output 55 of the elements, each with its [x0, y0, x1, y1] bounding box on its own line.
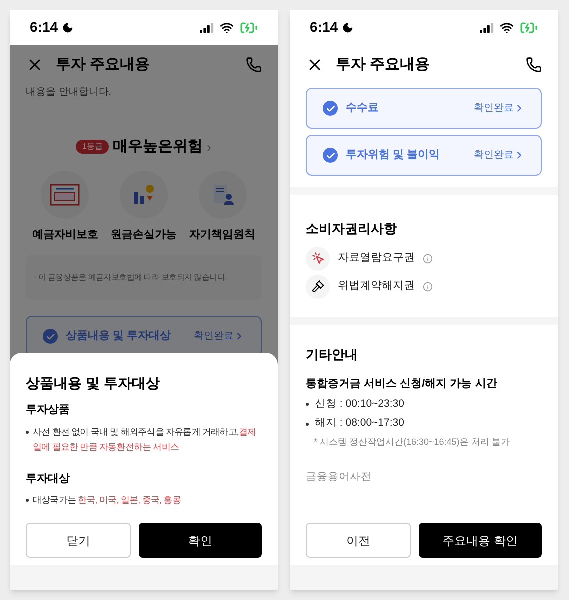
wifi-icon [500, 20, 514, 34]
notice-text: · 이 금융상품은 예금자보호법에 따라 보호되지 않습니다. [34, 272, 227, 284]
status-link[interactable]: 확인완료 [474, 148, 525, 163]
risk-level: 매우높은위험 [112, 137, 203, 157]
rights-label[interactable]: 위법계약해지권 [338, 278, 415, 295]
glossary-link[interactable]: 금융용어사전 [306, 470, 372, 486]
bullet-text: 대상국가는 한국, 미국, 일본, 중국, 홍콩 [33, 494, 181, 507]
sheet-title: 상품내용 및 투자대상 [26, 374, 161, 393]
pointer-click-icon [312, 252, 324, 265]
risk-arrow[interactable]: › [206, 136, 212, 158]
subsection-title: 통합증거금 서비스 신청/해지 가능 시간 [306, 377, 498, 392]
section-heading: 투자상품 [26, 403, 71, 418]
check-label: 투자위험 및 불이익 [346, 148, 442, 164]
cancel-button[interactable]: 닫기 [26, 523, 131, 558]
section-title: 기타안내 [306, 346, 359, 364]
clock-time: 6:14 [310, 18, 338, 37]
bullet-text: 신청 : 00:10~23:30 [315, 396, 404, 412]
confirm-button[interactable]: 주요내용 확인 [418, 523, 542, 558]
phone-icon[interactable] [526, 57, 542, 73]
page-title: 투자 주요내용 [336, 54, 432, 75]
section-heading: 투자대상 [26, 472, 71, 486]
status-link[interactable]: 확인완료 [474, 101, 525, 116]
section-title: 소비자권리사항 [306, 220, 398, 238]
bullet-icon [306, 402, 309, 406]
chart-down-icon [132, 184, 156, 206]
signal-icon [480, 22, 494, 32]
gavel-icon [312, 280, 324, 293]
moon-icon [342, 22, 354, 34]
check-card[interactable]: 투자위험 및 불이익 확인완료 [306, 135, 542, 176]
check-label: 상품내용 및 투자대상 [66, 329, 172, 344]
signal-icon [200, 22, 214, 32]
risk-badge: 1등급 [76, 140, 109, 154]
moon-icon [62, 22, 74, 34]
cancel-button[interactable]: 이전 [306, 523, 411, 558]
feature-label: 원금손실가능 [110, 228, 177, 242]
feature-label: 자기책임원칙 [190, 228, 256, 242]
note-text: * 시스템 정산작업시간(16:30~16:45)은 처리 불가 [314, 436, 511, 449]
wifi-icon [220, 20, 234, 34]
check-label: 수수료 [346, 101, 380, 116]
clock-time: 6:14 [30, 18, 58, 37]
feature-label: 예금자비보호 [32, 228, 98, 242]
bullet-icon [26, 499, 29, 502]
intro-text: 내용을 안내합니다. [26, 86, 113, 100]
check-card[interactable]: 수수료 확인완료 [306, 88, 542, 129]
bullet-text: 해지 : 08:00~17:30 [315, 416, 404, 432]
info-icon[interactable] [423, 282, 433, 292]
page-title: 투자 주요내용 [56, 54, 152, 75]
rights-label[interactable]: 자료열람요구권 [338, 250, 415, 267]
bullet-icon [26, 430, 29, 434]
stamp-icon [50, 184, 80, 206]
info-icon[interactable] [423, 254, 433, 264]
status-link[interactable]: 확인완료 [194, 329, 245, 344]
bullet-text: 사전 환전 없이 국내 및 해외주식을 자유롭게 거래하고,결제일에 필요한 만큼 자동환전하는 서비스 [33, 426, 258, 454]
confirm-button[interactable]: 확인 [138, 523, 262, 558]
bullet-icon [306, 422, 309, 426]
